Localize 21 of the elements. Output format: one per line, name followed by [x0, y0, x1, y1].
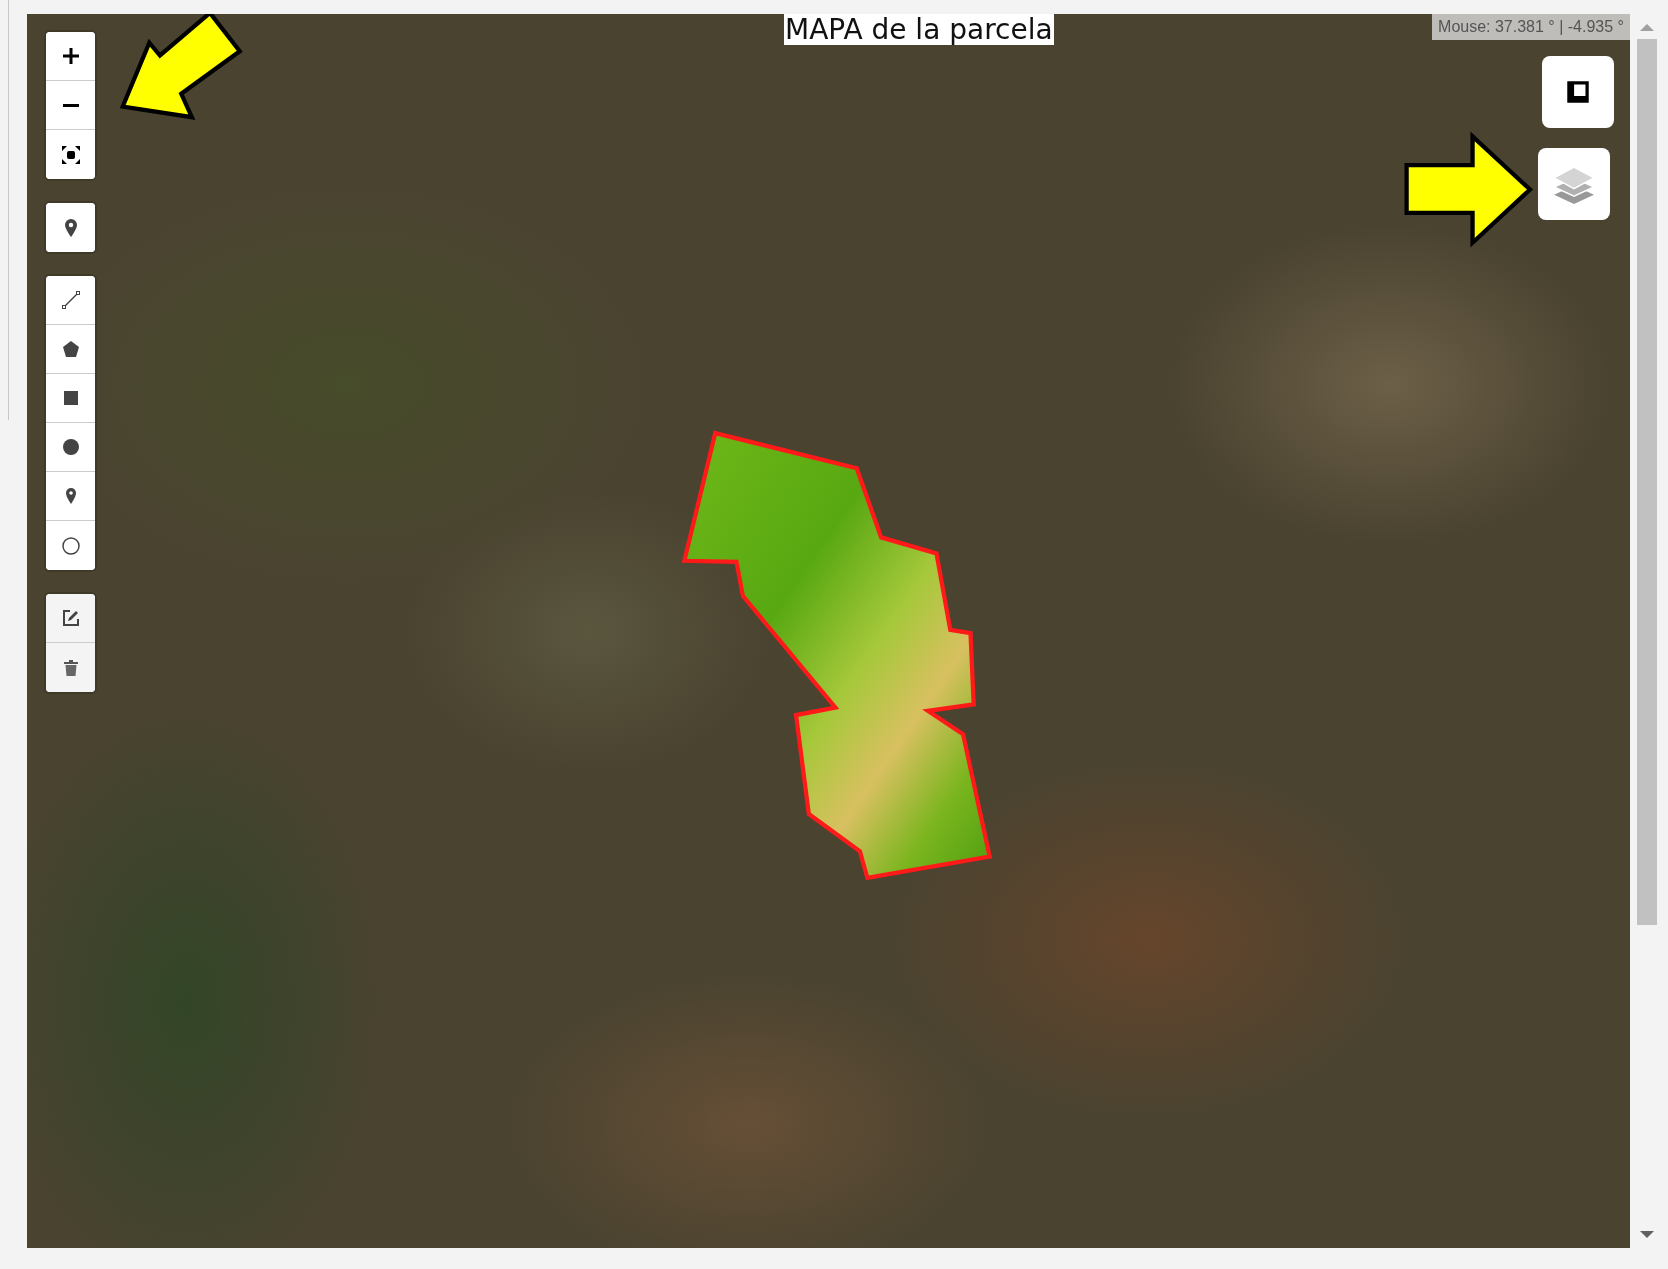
scrollbar-thumb[interactable]	[1637, 39, 1657, 925]
circle-outline-icon	[60, 535, 81, 556]
plus-icon	[60, 46, 81, 66]
line-icon	[60, 290, 81, 310]
zoom-in-button[interactable]	[46, 32, 95, 81]
arrow-icon	[119, 14, 243, 120]
layers-button[interactable]	[1538, 148, 1610, 220]
satellite-map-photo[interactable]: MAPA de la parcela Mouse: 37.381 ° | -4.935 °	[27, 14, 1630, 1248]
edit-icon	[60, 608, 81, 628]
fullscreen-icon	[60, 144, 81, 165]
edit-button[interactable]	[46, 594, 95, 643]
minus-icon	[60, 103, 81, 107]
locate-button[interactable]	[46, 203, 95, 252]
scroll-down-icon[interactable]	[1640, 1231, 1654, 1238]
pentagon-icon	[60, 339, 81, 359]
map-title: MAPA de la parcela	[784, 14, 1054, 45]
delete-button[interactable]	[46, 643, 95, 692]
arrow-icon	[1404, 131, 1534, 248]
mouse-coordinates: Mouse: 37.381 ° | -4.935 °	[1432, 14, 1630, 40]
circle-icon	[60, 437, 81, 457]
measure-button[interactable]	[1542, 56, 1614, 128]
